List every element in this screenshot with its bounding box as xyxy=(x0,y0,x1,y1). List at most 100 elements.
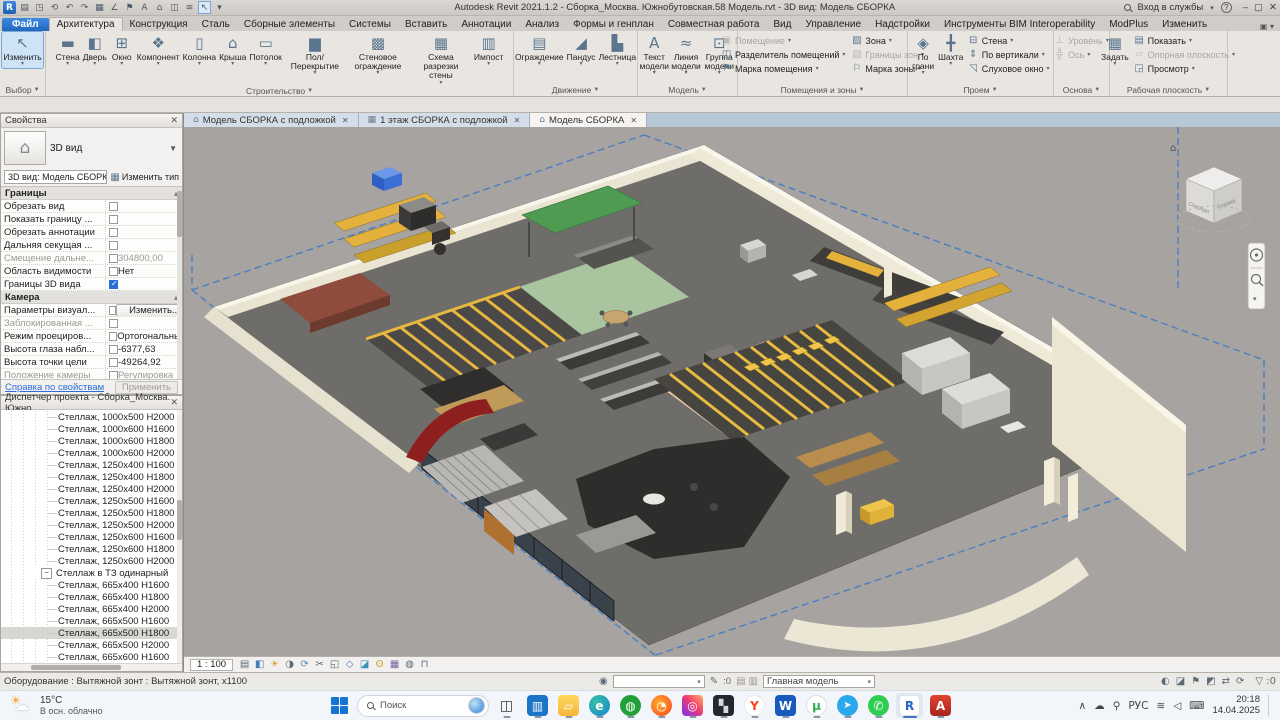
view-control-icon[interactable]: ⊓ xyxy=(418,659,431,670)
ribbon-tab[interactable]: Инструменты BIM Interoperability xyxy=(937,18,1102,31)
property-section-header[interactable]: Границы▴ xyxy=(1,187,182,200)
view-control-icon[interactable]: ◪ xyxy=(358,659,371,670)
checkbox[interactable] xyxy=(109,358,118,367)
property-row[interactable]: Параметры визуал... Изменить... xyxy=(1,304,182,317)
ribbon-button[interactable]: ⌂ Крыша ▾ xyxy=(218,32,247,87)
ribbon-button[interactable]: ▦ Схема разрезки стены ▾ xyxy=(410,32,472,87)
checkbox[interactable] xyxy=(109,332,117,341)
ribbon-tab[interactable]: Сталь xyxy=(195,18,237,31)
view-tab[interactable]: ⌂ Модель СБОРКА ✕ xyxy=(530,113,647,127)
ribbon-button[interactable]: ▣ Помещение ▾ xyxy=(719,34,847,47)
weather-widget[interactable]: ☀☁ 15°C В осн. облачно xyxy=(0,695,112,717)
close-button[interactable]: ✕ xyxy=(1269,2,1277,13)
qat-icon[interactable]: ▦ xyxy=(93,1,106,14)
browser-tree-item[interactable]: Стеллаж, 1000x500 H2000 xyxy=(1,411,182,423)
tray-icon[interactable]: ≋ xyxy=(1156,700,1165,712)
checkbox[interactable] xyxy=(109,241,118,250)
taskbar-app[interactable]: ◎ xyxy=(679,693,706,718)
view-tab[interactable]: ▦ 1 этаж СБОРКА с подложкой ✕ xyxy=(359,113,531,127)
qat-icon[interactable]: ▤ xyxy=(18,1,31,14)
3d-model[interactable] xyxy=(204,145,1186,651)
ribbon-tab[interactable]: Системы xyxy=(342,18,398,31)
ribbon-button[interactable]: ▤ Показать ▾ xyxy=(1132,34,1237,47)
clock[interactable]: 20:18 14.04.2025 xyxy=(1212,695,1260,717)
taskbar-app[interactable]: A xyxy=(927,693,954,718)
view-control-icon[interactable]: ◇ xyxy=(343,659,356,670)
taskbar-app[interactable]: R xyxy=(896,693,923,718)
ribbon-button[interactable]: ▭ Потолок ▾ xyxy=(248,32,283,87)
browser-tree-item[interactable]: Стеллаж, 1250x500 H1800 xyxy=(1,507,182,519)
tray-icon[interactable]: РУС xyxy=(1128,700,1148,712)
view-tab[interactable]: ⌂ Модель СБОРКА с подложкой ✕ xyxy=(184,113,359,127)
ribbon-tab[interactable]: Вид xyxy=(766,18,798,31)
ribbon-tab[interactable]: Вставить xyxy=(398,18,454,31)
browser-tree-item[interactable]: Стеллаж, 1250x500 H2000 xyxy=(1,519,182,531)
ribbon-button[interactable]: ◹ Слуховое окно ▾ xyxy=(966,62,1052,75)
ribbon-button[interactable]: ◢ Пандус ▾ xyxy=(566,32,597,68)
property-row[interactable]: Обрезать вид xyxy=(1,200,182,213)
ribbon-button[interactable]: ▤ Ограждение ▾ xyxy=(514,32,565,68)
worksets-icon[interactable]: ◉ xyxy=(599,676,608,687)
browser-tree-item[interactable]: Стеллаж, 665x500 H1800 xyxy=(1,627,182,639)
3d-view[interactable]: ⌂ Спереди Справа ▾ xyxy=(184,127,1280,656)
checkbox[interactable] xyxy=(109,319,118,328)
property-row[interactable]: Высота глаза набл... -6377,63 xyxy=(1,343,182,356)
property-row[interactable]: Область видимости Нет xyxy=(1,265,182,278)
ribbon-button[interactable]: ❖ Компонент ▾ xyxy=(136,32,181,87)
qat-icon[interactable]: ∠ xyxy=(108,1,121,14)
taskbar-app[interactable]: ✆ xyxy=(865,693,892,718)
view-control-icon[interactable]: ◑ xyxy=(283,659,296,670)
close-icon[interactable]: ✕ xyxy=(630,116,637,125)
ribbon-button[interactable]: ▬ Стена ▾ xyxy=(55,32,81,87)
qat-icon[interactable]: ↷ xyxy=(78,1,91,14)
minimize-button[interactable]: – xyxy=(1243,2,1248,13)
tray-icon[interactable]: ☁ xyxy=(1094,700,1105,712)
ribbon-tab[interactable]: Анализ xyxy=(518,18,566,31)
browser-tree-item[interactable]: Стеллаж, 1000x600 H1600 xyxy=(1,423,182,435)
view-control-icon[interactable]: ◱ xyxy=(328,659,341,670)
selection-toggle-icon[interactable]: ⟳ xyxy=(1236,676,1244,687)
view-instance-select[interactable]: 3D вид: Модель СБОРКА ▾ xyxy=(4,170,107,184)
tray-icon[interactable]: ⚲ xyxy=(1113,700,1121,712)
browser-tree-item[interactable]: Стеллаж, 665x600 H1600 xyxy=(1,651,182,663)
qat-icon[interactable]: A xyxy=(138,1,151,14)
ribbon-tab[interactable]: Управление xyxy=(798,18,868,31)
ribbon-tab[interactable]: Файл xyxy=(2,18,49,31)
ribbon-button[interactable]: ◲ Просмотр ▾ xyxy=(1132,62,1237,75)
browser-tree-item[interactable]: Стеллаж, 665x500 H2000 xyxy=(1,639,182,651)
scrollbar[interactable] xyxy=(177,187,182,379)
property-row[interactable]: Обрезать аннотации xyxy=(1,226,182,239)
checkbox[interactable] xyxy=(109,267,118,276)
filter-icon[interactable]: ▽ :0 xyxy=(1255,676,1276,687)
selection-toggle-icon[interactable]: ◩ xyxy=(1206,676,1215,687)
type-selector[interactable]: 3D вид ▼ xyxy=(50,143,179,154)
checkbox[interactable] xyxy=(109,345,118,354)
close-icon[interactable]: ✕ xyxy=(342,116,349,125)
design-options-icon[interactable]: ▤ xyxy=(736,676,745,687)
start-button[interactable] xyxy=(326,693,353,718)
qat-icon[interactable]: ↖ xyxy=(198,1,211,14)
ribbon-button[interactable]: ◈ По грани ▾ xyxy=(910,32,937,77)
qat-icon[interactable]: ⟲ xyxy=(48,1,61,14)
view-control-icon[interactable]: ▤ xyxy=(238,659,251,670)
ribbon-button[interactable]: ▯ Колонна ▾ xyxy=(182,32,217,87)
taskbar-app[interactable]: ◫ xyxy=(493,693,520,718)
ribbon-tab[interactable]: Изменить xyxy=(1155,18,1214,31)
browser-tree-item[interactable]: Стеллаж, 665x500 H1600 xyxy=(1,615,182,627)
property-row[interactable]: Границы 3D вида xyxy=(1,278,182,291)
ribbon-minimize-icon[interactable]: ▣ ▾ xyxy=(1260,22,1274,31)
taskbar-app[interactable]: ▥ xyxy=(524,693,551,718)
ribbon-tab[interactable]: Аннотации xyxy=(454,18,518,31)
workset-select[interactable]: ▾ xyxy=(613,675,705,688)
close-icon[interactable]: ✕ xyxy=(170,397,178,408)
ribbon-button[interactable]: ◧ Дверь ▾ xyxy=(82,32,108,87)
checkbox[interactable] xyxy=(109,228,118,237)
show-desktop-button[interactable] xyxy=(1268,695,1272,717)
selection-toggle-icon[interactable]: ⇄ xyxy=(1222,676,1230,687)
browser-tree-item[interactable]: Стеллаж, 665x400 H1800 xyxy=(1,591,182,603)
property-row[interactable]: Высота точки цели -49264,92 xyxy=(1,356,182,369)
ribbon-button[interactable]: ⚑ Марка помещения ▾ xyxy=(719,62,847,75)
restore-button[interactable]: ▢ xyxy=(1254,2,1263,13)
ribbon-button[interactable]: ▩ Стеновое ограждение ▾ xyxy=(347,32,409,87)
browser-tree-item[interactable]: Стеллаж, 1000x600 H1800 xyxy=(1,435,182,447)
